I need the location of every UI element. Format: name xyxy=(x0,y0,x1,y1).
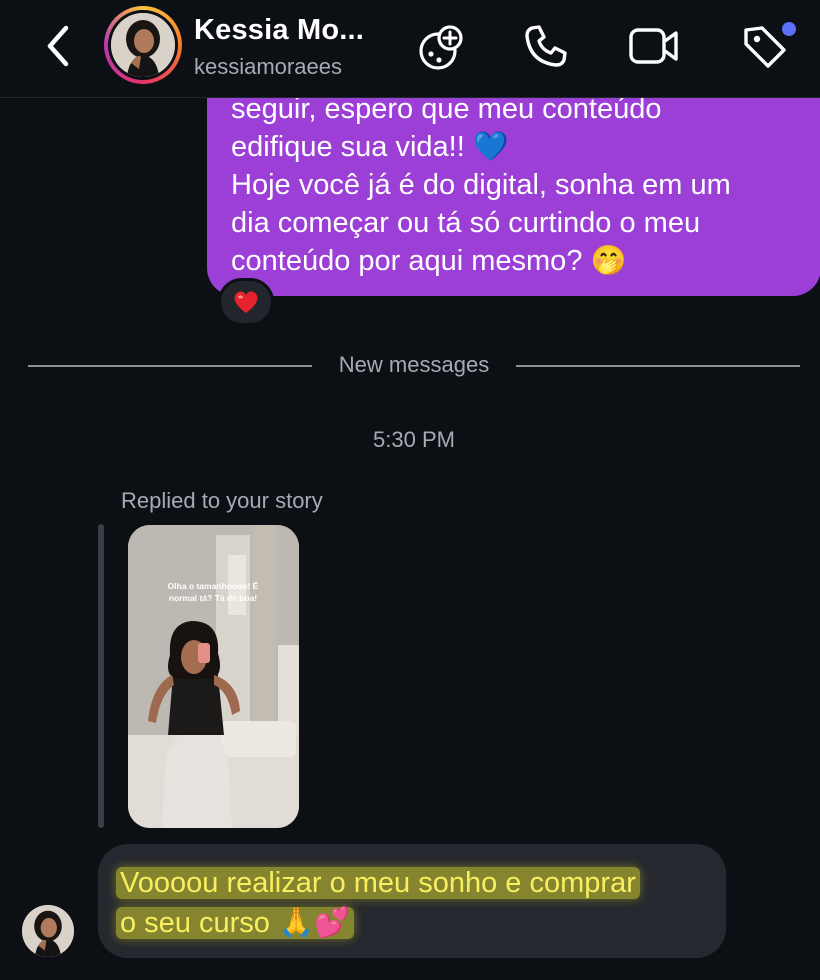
new-messages-label: New messages xyxy=(338,352,490,377)
phone-icon[interactable] xyxy=(522,22,570,70)
notification-dot xyxy=(782,22,796,36)
back-button[interactable] xyxy=(40,22,80,70)
sent-message-line: Hoje você já é do digital, sonha em um xyxy=(231,169,731,201)
chat-header: Kessia Mo... kessiamoraees xyxy=(0,0,820,98)
divider-line-right xyxy=(516,365,800,367)
received-message-bubble[interactable]: Voooou realizar o meu sonho e comprar o … xyxy=(98,844,726,958)
replied-to-story-label: Replied to your story xyxy=(121,488,323,513)
reply-indicator-bar xyxy=(98,524,104,828)
avatar-photo xyxy=(111,13,175,77)
sent-message-line: conteúdo por aqui mesmo? 🤭 xyxy=(231,245,627,277)
profile-avatar[interactable] xyxy=(104,6,182,84)
contact-username[interactable]: kessiamoraees xyxy=(194,54,342,80)
contact-name[interactable]: Kessia Mo... xyxy=(194,14,364,47)
story-thumbnail[interactable]: Olha o tamanhoooo! É normal tá? Tá de bo… xyxy=(128,525,299,828)
heart-icon xyxy=(234,291,258,313)
sent-message-line: dia começar ou tá só curtindo o meu xyxy=(231,207,701,239)
sender-avatar[interactable] xyxy=(22,905,74,957)
message-timestamp: 5:30 PM xyxy=(373,427,455,452)
video-camera-icon[interactable] xyxy=(628,24,680,68)
sender-avatar-photo xyxy=(22,905,74,957)
received-message-line: o seu curso 🙏💕 xyxy=(116,907,355,939)
game-controller-icon[interactable] xyxy=(416,22,468,74)
story-caption-line: normal tá? Tá de boa! xyxy=(169,593,257,603)
received-message-line: Voooou realizar o meu sonho e comprar xyxy=(116,867,640,899)
story-caption-line: Olha o tamanhoooo! É xyxy=(168,581,259,591)
divider-line-left xyxy=(28,365,312,367)
story-image: Olha o tamanhoooo! É normal tá? Tá de bo… xyxy=(128,525,299,828)
chevron-left-icon xyxy=(47,25,69,67)
heart-reaction[interactable] xyxy=(218,278,274,326)
sent-message-line: edifique sua vida!! 💙 xyxy=(231,131,509,163)
